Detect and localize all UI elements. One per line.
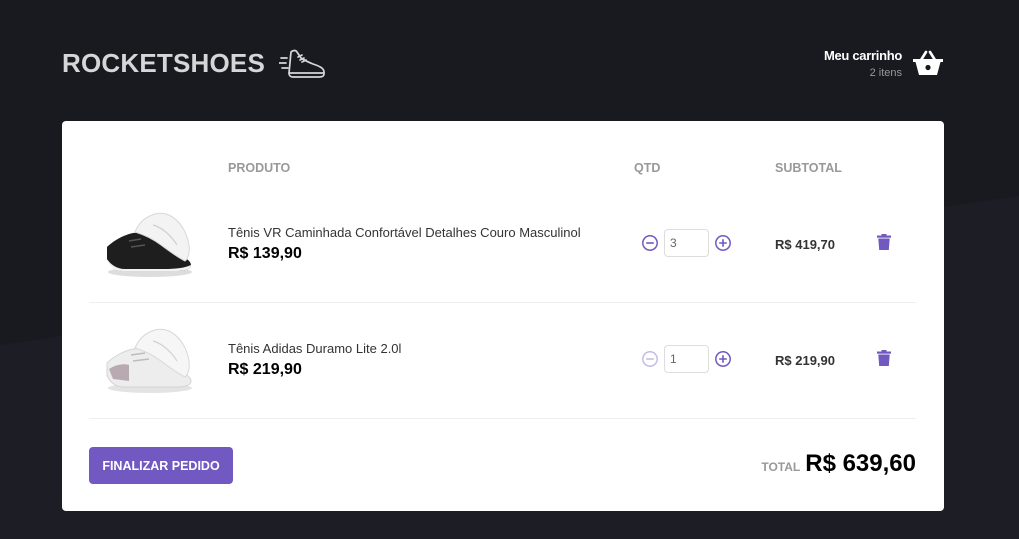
product-name: Tênis Adidas Duramo Lite 2.0l [228,341,402,356]
item-subtotal: R$ 419,70 [775,237,835,252]
logo-link[interactable]: ROCKETSHOES [62,46,327,80]
product-name: Tênis VR Caminhada Confortável Detalhes … [228,225,581,240]
product-image-white-sneaker [106,328,192,393]
cart-link[interactable]: Meu carrinho 2 itens [824,48,944,79]
quantity-input[interactable] [664,345,709,373]
item-subtotal: R$ 219,90 [775,353,835,368]
minus-circle-icon [642,235,658,251]
decrement-button[interactable] [641,234,659,252]
quantity-stepper [641,229,732,257]
total-label: TOTAL [761,460,801,474]
product-price: R$ 139,90 [228,245,302,262]
cart-summary: Meu carrinho 2 itens [824,48,902,79]
column-header-product: PRODUTO [228,161,291,175]
product-price: R$ 219,90 [228,361,302,378]
total-value: R$ 639,60 [805,450,916,477]
quantity-stepper [641,345,732,373]
header: ROCKETSHOES Meu carrinho 2 itens [62,38,944,88]
minus-circle-icon [642,351,658,367]
cart-item-row: Tênis Adidas Duramo Lite 2.0l R$ 219,90 … [89,303,916,419]
logo-text: ROCKETSHOES [62,47,266,78]
trash-icon[interactable] [877,234,891,250]
cart-count: 2 itens [869,66,902,79]
increment-button[interactable] [714,350,732,368]
cart-title: Meu carrinho [823,47,902,63]
basket-icon [912,49,944,77]
cart-footer: FINALIZAR PEDIDO TOTAL R$ 639,60 [89,447,916,484]
product-image-black-sneaker [107,212,192,277]
decrement-button[interactable] [641,350,659,368]
quantity-input[interactable] [664,229,709,257]
finish-order-button[interactable]: FINALIZAR PEDIDO [89,447,233,484]
order-total: TOTAL R$ 639,60 [761,450,916,478]
cart-panel: PRODUTO QTD SUBTOTAL Tênis VR Caminhada … [62,121,944,511]
sneaker-icon [279,46,327,80]
column-header-subtotal: SUBTOTAL [775,161,842,175]
plus-circle-icon [715,235,731,251]
cart-item-row: Tênis VR Caminhada Confortável Detalhes … [89,187,916,303]
column-header-qty: QTD [634,161,661,175]
increment-button[interactable] [714,234,732,252]
trash-icon[interactable] [877,350,891,366]
plus-circle-icon [715,351,731,367]
